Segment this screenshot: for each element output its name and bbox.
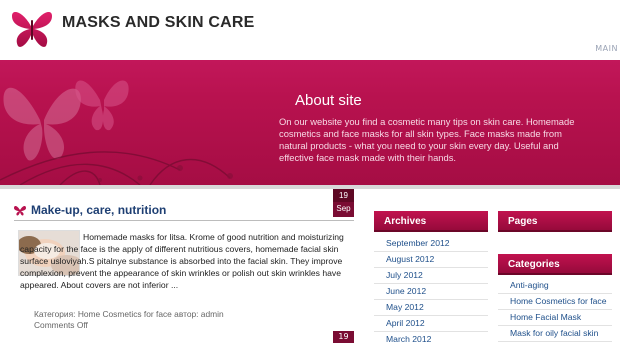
post-meta: Категория: Home Cosmetics for face автор… — [34, 309, 294, 331]
post-author-label: автор: — [174, 309, 199, 319]
banner-title: About site — [295, 92, 362, 109]
nav-main-link[interactable]: MAIN — [595, 44, 618, 53]
butterfly-floral-art-icon — [0, 80, 233, 185]
post-excerpt: Homemade masks for litsa. Krome of good … — [20, 232, 344, 290]
site-title[interactable]: MASKS AND SKIN CARE — [62, 14, 255, 32]
archive-link[interactable]: September 2012 — [374, 236, 488, 252]
category-link[interactable]: Home Cosmetics for face — [498, 294, 612, 310]
archives-title: Archives — [374, 211, 488, 232]
archive-link[interactable]: July 2012 — [374, 268, 488, 284]
post-title[interactable]: Make-up, care, nutrition — [31, 203, 166, 217]
category-link[interactable]: Home Facial Mask — [498, 310, 612, 326]
post-category-label: Категория: — [34, 309, 76, 319]
pages-title: Pages — [498, 211, 612, 232]
site-header: MASKS AND SKIN CARE MAIN — [0, 0, 620, 60]
pages-widget: Pages — [498, 211, 612, 232]
category-link[interactable]: Anti-aging — [498, 278, 612, 294]
categories-widget: Categories Anti-aging Home Cosmetics for… — [498, 254, 612, 342]
post-title-row: Make-up, care, nutrition — [14, 203, 166, 217]
blog-post: 19 Sep Make-up, care, nutrition Homemade… — [0, 189, 360, 343]
archive-link[interactable]: August 2012 — [374, 252, 488, 268]
banner-text: On our website you find a cosmetic many … — [279, 116, 575, 163]
category-link[interactable]: Mask for oily facial skin — [498, 326, 612, 342]
archives-list: September 2012 August 2012 July 2012 Jun… — [374, 236, 488, 343]
post-title-divider — [14, 220, 354, 221]
butterfly-logo-icon[interactable] — [10, 8, 54, 50]
post-date-badge: 19 Sep — [333, 189, 354, 217]
categories-title: Categories — [498, 254, 612, 275]
butterfly-bullet-icon — [14, 205, 26, 216]
archives-widget: Archives September 2012 August 2012 July… — [374, 211, 488, 343]
about-banner: About site On our website you find a cos… — [0, 60, 620, 185]
archive-link[interactable]: April 2012 — [374, 316, 488, 332]
next-post-date-badge: 19 — [333, 331, 354, 343]
post-date-day: 19 — [333, 189, 354, 202]
post-date-month: Sep — [336, 204, 351, 213]
archive-link[interactable]: June 2012 — [374, 284, 488, 300]
categories-list: Anti-aging Home Cosmetics for face Home … — [498, 278, 612, 342]
archive-link[interactable]: May 2012 — [374, 300, 488, 316]
post-author-link[interactable]: admin — [201, 309, 224, 319]
archive-link[interactable]: March 2012 — [374, 332, 488, 343]
post-comments-status: Comments Off — [34, 320, 88, 330]
post-category-link[interactable]: Home Cosmetics for face — [78, 309, 172, 319]
